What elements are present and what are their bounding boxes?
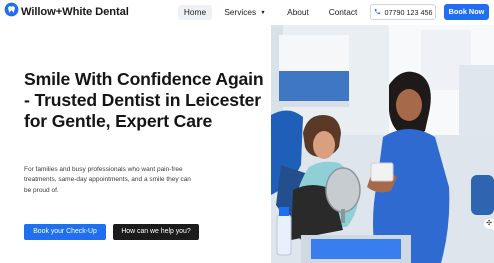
hero-title: Smile With Confidence Again - Trusted De… bbox=[24, 69, 264, 131]
phone-icon bbox=[374, 8, 385, 17]
hero-dentist-photo bbox=[271, 25, 494, 263]
nav-services-label: Services bbox=[224, 7, 257, 17]
chevron-down-icon: ▼ bbox=[260, 10, 266, 16]
brand-name: Willow+White Dental bbox=[21, 6, 129, 18]
tooth-logo-icon bbox=[4, 2, 19, 22]
top-navbar: Willow+White Dental Home Services ▼ About… bbox=[0, 0, 494, 25]
book-now-button[interactable]: Book Now bbox=[444, 4, 489, 20]
brand-logo[interactable]: Willow+White Dental bbox=[4, 2, 129, 22]
expand-icon[interactable]: ✣ bbox=[484, 219, 494, 229]
book-checkup-button[interactable]: Book your Check-Up bbox=[24, 224, 106, 240]
nav-about[interactable]: About bbox=[282, 5, 314, 20]
hero-subtitle: For families and busy professionals who … bbox=[24, 166, 191, 194]
phone-button[interactable]: 07790 123 456 bbox=[370, 4, 436, 20]
nav-home[interactable]: Home bbox=[178, 5, 212, 20]
nav-services[interactable]: Services ▼ bbox=[221, 5, 269, 20]
how-can-we-help-button[interactable]: How can we help you? bbox=[113, 224, 199, 240]
nav-contact[interactable]: Contact bbox=[323, 5, 363, 20]
phone-number: 07790 123 456 bbox=[384, 7, 433, 17]
